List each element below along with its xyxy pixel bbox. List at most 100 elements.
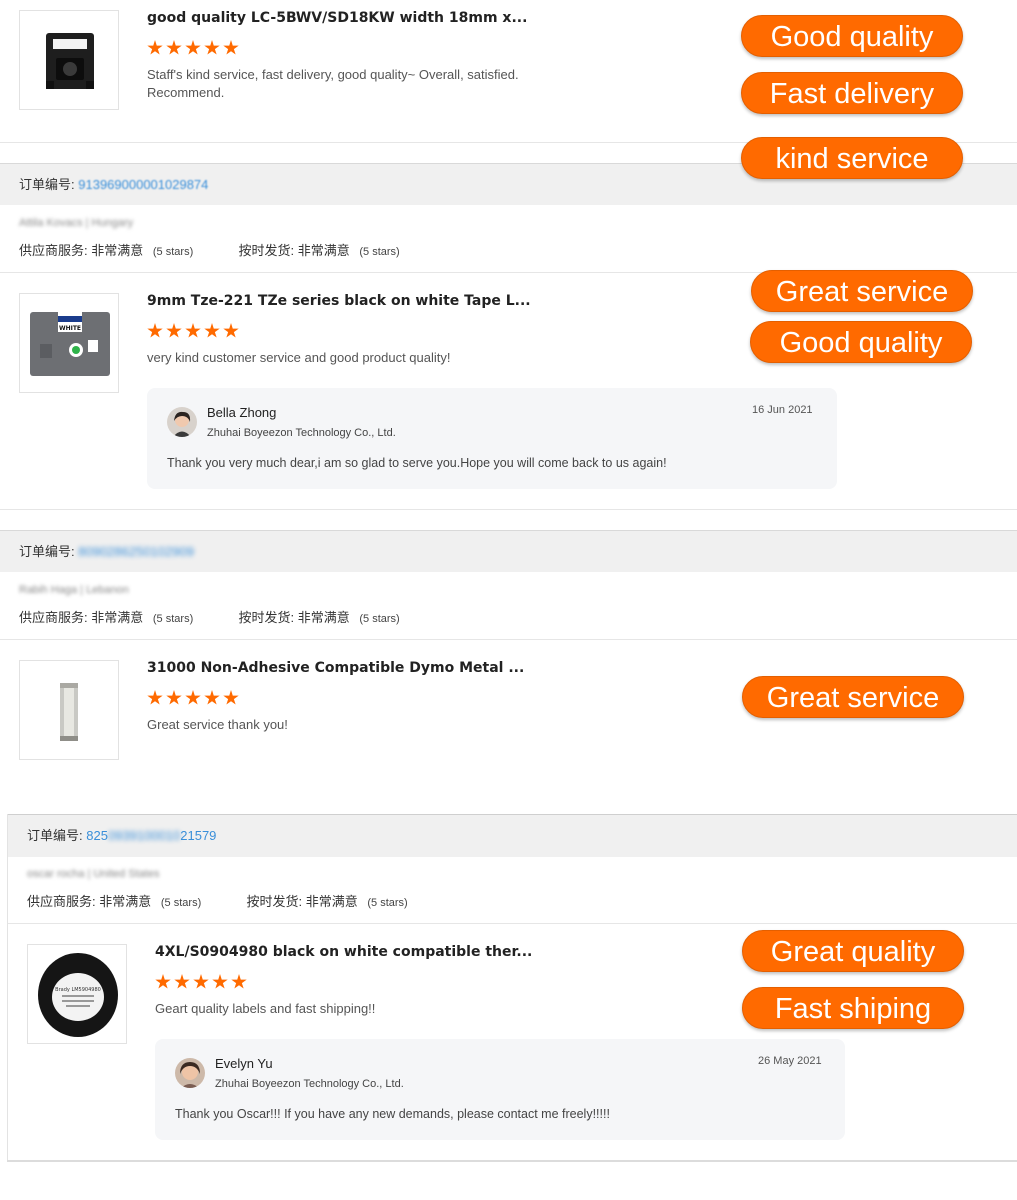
- callout-tag: Good quality: [741, 15, 963, 57]
- callout-tag: Great service: [742, 676, 964, 718]
- order-ratings: 供应商服务: 非常满意 (5 stars) 按时发货: 非常满意 (5 star…: [27, 891, 408, 910]
- metal-tape-roll-image: [60, 683, 78, 741]
- star-icon: [223, 323, 239, 338]
- order-number-link[interactable]: 913969000001029874: [78, 177, 208, 192]
- order-number-start: 825: [86, 828, 108, 843]
- star-icon: [204, 40, 220, 55]
- reply-author-name: Bella Zhong: [207, 405, 277, 420]
- star-icon: [223, 690, 239, 705]
- reply-company: Zhuhai Boyeezon Technology Co., Ltd.: [215, 1078, 404, 1090]
- ontime-label: 按时发货:: [238, 243, 295, 258]
- thumb-label-text: Brady LM5904980: [55, 987, 101, 993]
- rating-stars: [147, 323, 239, 339]
- ontime-stars: (5 stars): [359, 613, 400, 625]
- star-icon: [166, 323, 182, 338]
- star-icon: [155, 974, 171, 989]
- order-header: 订单编号: 8090286250102909: [0, 530, 1017, 572]
- star-icon: [174, 974, 190, 989]
- star-icon: [185, 323, 201, 338]
- star-icon: [212, 974, 228, 989]
- divider: [0, 509, 1017, 510]
- order-ratings: 供应商服务: 非常满意 (5 stars) 按时发货: 非常满意 (5 star…: [19, 240, 400, 259]
- rating-stars: [155, 974, 247, 990]
- callout-tag: Fast delivery: [741, 72, 963, 114]
- rating-stars: [147, 40, 239, 56]
- product-thumbnail[interactable]: Brady LM5904980: [27, 944, 127, 1044]
- supplier-service-value: 非常满意: [99, 894, 152, 909]
- star-icon: [185, 690, 201, 705]
- avatar: [175, 1058, 205, 1088]
- reply-date: 26 May 2021: [758, 1055, 822, 1067]
- order-ratings: 供应商服务: 非常满意 (5 stars) 按时发货: 非常满意 (5 star…: [19, 607, 400, 626]
- thumb-label-text: WHITE: [59, 325, 81, 332]
- reply-date: 16 Jun 2021: [752, 404, 813, 416]
- divider: [7, 1160, 1017, 1162]
- supplier-service-stars: (5 stars): [152, 246, 194, 258]
- review-comment: Great service thank you!: [147, 717, 288, 732]
- supplier-service-value: 非常满意: [91, 610, 144, 625]
- review-comment-line: Staff's kind service, fast delivery, goo…: [147, 67, 519, 82]
- order-number-link[interactable]: 8090286250102909: [78, 544, 194, 559]
- review-comment: Geart quality labels and fast shipping!!: [155, 1001, 376, 1016]
- ontime-value: 非常满意: [297, 610, 350, 625]
- order-number-link[interactable]: 825093910001021579: [86, 828, 216, 843]
- label-roll-image: Brady LM5904980: [38, 953, 118, 1037]
- callout-tag: Good quality: [750, 321, 972, 363]
- star-icon: [231, 974, 247, 989]
- reply-company: Zhuhai Boyeezon Technology Co., Ltd.: [207, 427, 396, 439]
- callout-tag: Fast shiping: [742, 987, 964, 1029]
- star-icon: [223, 40, 239, 55]
- seller-reply: Evelyn Yu Zhuhai Boyeezon Technology Co.…: [155, 1039, 845, 1140]
- star-icon: [147, 690, 163, 705]
- supplier-service-value: 非常满意: [91, 243, 144, 258]
- product-title[interactable]: 9mm Tze-221 TZe series black on white Ta…: [147, 293, 531, 309]
- supplier-service-label: 供应商服务:: [19, 243, 88, 258]
- review-comment-line: Recommend.: [147, 85, 225, 100]
- ontime-stars: (5 stars): [359, 246, 400, 258]
- supplier-service-stars: (5 stars): [152, 613, 194, 625]
- order-label: 订单编号:: [19, 177, 75, 192]
- order-label: 订单编号:: [27, 828, 83, 843]
- ontime-label: 按时发货:: [238, 610, 295, 625]
- buyer-name: Attila Kovacs | Hungary: [19, 217, 134, 229]
- review-comment: very kind customer service and good prod…: [147, 350, 451, 365]
- star-icon: [166, 40, 182, 55]
- product-title[interactable]: 31000 Non-Adhesive Compatible Dymo Metal…: [147, 660, 524, 676]
- seller-reply: Bella Zhong Zhuhai Boyeezon Technology C…: [147, 388, 837, 489]
- star-icon: [204, 323, 220, 338]
- buyer-name: oscar rocha | United States: [27, 868, 160, 880]
- order-header: 订单编号: 825093910001021579: [8, 815, 1017, 857]
- avatar: [167, 407, 197, 437]
- reply-author-name: Evelyn Yu: [215, 1056, 273, 1071]
- ontime-stars: (5 stars): [367, 897, 408, 909]
- supplier-service-label: 供应商服务:: [27, 894, 96, 909]
- callout-tag: Great quality: [742, 930, 964, 972]
- star-icon: [147, 323, 163, 338]
- product-thumbnail[interactable]: [19, 10, 119, 110]
- buyer-name: Rabih Haga | Lebanon: [19, 584, 129, 596]
- divider: [0, 639, 1017, 640]
- product-title[interactable]: good quality LC-5BWV/SD18KW width 18mm x…: [147, 10, 527, 26]
- product-title[interactable]: 4XL/S0904980 black on white compatible t…: [155, 944, 532, 960]
- product-thumbnail[interactable]: [19, 660, 119, 760]
- star-icon: [185, 40, 201, 55]
- order-label: 订单编号:: [19, 544, 75, 559]
- callout-tag: Great service: [751, 270, 973, 312]
- supplier-service-label: 供应商服务:: [19, 610, 88, 625]
- label-cassette-image: [46, 33, 94, 89]
- product-thumbnail[interactable]: WHITE: [19, 293, 119, 393]
- callout-tag: kind service: [741, 137, 963, 179]
- reply-text: Thank you Oscar!!! If you have any new d…: [175, 1107, 610, 1121]
- divider: [8, 923, 1017, 924]
- ontime-value: 非常满意: [305, 894, 358, 909]
- ontime-label: 按时发货:: [246, 894, 303, 909]
- star-icon: [166, 690, 182, 705]
- order-number-end: 21579: [180, 828, 217, 843]
- review-comment: Staff's kind service, fast delivery, goo…: [147, 66, 519, 102]
- reply-text: Thank you very much dear,i am so glad to…: [167, 456, 667, 470]
- review-panel-left-edge: [7, 814, 8, 1160]
- star-icon: [204, 690, 220, 705]
- ontime-value: 非常满意: [297, 243, 350, 258]
- star-icon: [147, 40, 163, 55]
- supplier-service-stars: (5 stars): [160, 897, 202, 909]
